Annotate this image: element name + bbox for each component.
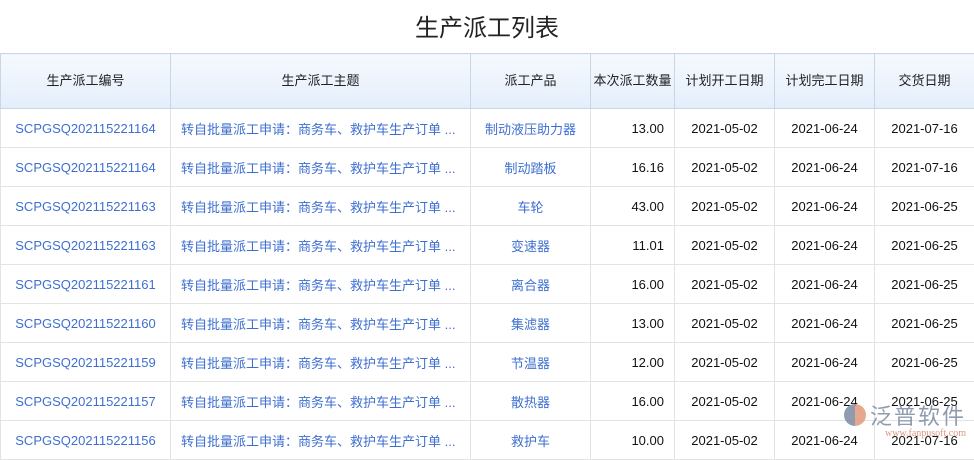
- plan-end-date: 2021-06-24: [775, 343, 875, 382]
- column-header[interactable]: 生产派工主题: [171, 54, 471, 109]
- table-row: SCPGSQ202115221161转自批量派工申请：商务车、救护车生产订单 .…: [1, 265, 974, 304]
- quantity: 43.00: [591, 187, 675, 226]
- delivery-date: 2021-06-25: [875, 226, 974, 265]
- delivery-date: 2021-06-25: [875, 304, 974, 343]
- dispatch-no-link[interactable]: SCPGSQ202115221156: [1, 421, 171, 460]
- table-row: SCPGSQ202115221159转自批量派工申请：商务车、救护车生产订单 .…: [1, 343, 974, 382]
- quantity: 11.01: [591, 226, 675, 265]
- plan-start-date: 2021-05-02: [675, 226, 775, 265]
- plan-start-date: 2021-05-02: [675, 421, 775, 460]
- column-header[interactable]: 生产派工编号: [1, 54, 171, 109]
- watermark-name: 泛普软件: [870, 399, 966, 431]
- delivery-date: 2021-06-25: [875, 343, 974, 382]
- plan-end-date: 2021-06-24: [775, 226, 875, 265]
- delivery-date: 2021-06-25: [875, 265, 974, 304]
- product-link[interactable]: 节温器: [471, 343, 591, 382]
- logo-icon: [844, 404, 866, 426]
- table-row: SCPGSQ202115221157转自批量派工申请：商务车、救护车生产订单 .…: [1, 382, 974, 421]
- delivery-date: 2021-06-25: [875, 187, 974, 226]
- plan-end-date: 2021-06-24: [775, 304, 875, 343]
- product-link[interactable]: 救护车: [471, 421, 591, 460]
- column-header[interactable]: 派工产品: [471, 54, 591, 109]
- dispatch-subject-link[interactable]: 转自批量派工申请：商务车、救护车生产订单 ...: [171, 148, 471, 187]
- dispatch-no-link[interactable]: SCPGSQ202115221163: [1, 226, 171, 265]
- product-link[interactable]: 变速器: [471, 226, 591, 265]
- dispatch-no-link[interactable]: SCPGSQ202115221157: [1, 382, 171, 421]
- page-title: 生产派工列表: [0, 8, 974, 43]
- table-row: SCPGSQ202115221156转自批量派工申请：商务车、救护车生产订单 .…: [1, 421, 974, 460]
- quantity: 10.00: [591, 421, 675, 460]
- dispatch-subject-link[interactable]: 转自批量派工申请：商务车、救护车生产订单 ...: [171, 421, 471, 460]
- quantity: 16.16: [591, 148, 675, 187]
- quantity: 13.00: [591, 304, 675, 343]
- table-row: SCPGSQ202115221164转自批量派工申请：商务车、救护车生产订单 .…: [1, 109, 974, 148]
- product-link[interactable]: 制动踏板: [471, 148, 591, 187]
- plan-start-date: 2021-05-02: [675, 382, 775, 421]
- table-row: SCPGSQ202115221163转自批量派工申请：商务车、救护车生产订单 .…: [1, 187, 974, 226]
- product-link[interactable]: 集滤器: [471, 304, 591, 343]
- dispatch-no-link[interactable]: SCPGSQ202115221160: [1, 304, 171, 343]
- plan-end-date: 2021-06-24: [775, 148, 875, 187]
- plan-start-date: 2021-05-02: [675, 343, 775, 382]
- dispatch-no-link[interactable]: SCPGSQ202115221159: [1, 343, 171, 382]
- product-link[interactable]: 离合器: [471, 265, 591, 304]
- dispatch-subject-link[interactable]: 转自批量派工申请：商务车、救护车生产订单 ...: [171, 382, 471, 421]
- quantity: 13.00: [591, 109, 675, 148]
- dispatch-no-link[interactable]: SCPGSQ202115221164: [1, 148, 171, 187]
- dispatch-subject-link[interactable]: 转自批量派工申请：商务车、救护车生产订单 ...: [171, 304, 471, 343]
- product-link[interactable]: 车轮: [471, 187, 591, 226]
- column-header[interactable]: 计划开工日期: [675, 54, 775, 109]
- table-row: SCPGSQ202115221160转自批量派工申请：商务车、救护车生产订单 .…: [1, 304, 974, 343]
- dispatch-subject-link[interactable]: 转自批量派工申请：商务车、救护车生产订单 ...: [171, 226, 471, 265]
- plan-start-date: 2021-05-02: [675, 148, 775, 187]
- watermark-logo: 泛普软件 www.fanpusoft.com: [844, 399, 966, 431]
- column-header[interactable]: 交货日期: [875, 54, 974, 109]
- dispatch-subject-link[interactable]: 转自批量派工申请：商务车、救护车生产订单 ...: [171, 109, 471, 148]
- plan-start-date: 2021-05-02: [675, 187, 775, 226]
- product-link[interactable]: 散热器: [471, 382, 591, 421]
- dispatch-subject-link[interactable]: 转自批量派工申请：商务车、救护车生产订单 ...: [171, 187, 471, 226]
- dispatch-table: 生产派工编号生产派工主题派工产品本次派工数量计划开工日期计划完工日期交货日期 S…: [0, 53, 974, 460]
- delivery-date: 2021-07-16: [875, 109, 974, 148]
- quantity: 16.00: [591, 382, 675, 421]
- table-row: SCPGSQ202115221164转自批量派工申请：商务车、救护车生产订单 .…: [1, 148, 974, 187]
- plan-start-date: 2021-05-02: [675, 109, 775, 148]
- dispatch-subject-link[interactable]: 转自批量派工申请：商务车、救护车生产订单 ...: [171, 343, 471, 382]
- column-header[interactable]: 计划完工日期: [775, 54, 875, 109]
- dispatch-no-link[interactable]: SCPGSQ202115221161: [1, 265, 171, 304]
- watermark-url: www.fanpusoft.com: [885, 428, 966, 439]
- product-link[interactable]: 制动液压助力器: [471, 109, 591, 148]
- quantity: 16.00: [591, 265, 675, 304]
- dispatch-no-link[interactable]: SCPGSQ202115221163: [1, 187, 171, 226]
- delivery-date: 2021-07-16: [875, 148, 974, 187]
- dispatch-no-link[interactable]: SCPGSQ202115221164: [1, 109, 171, 148]
- plan-end-date: 2021-06-24: [775, 265, 875, 304]
- table-row: SCPGSQ202115221163转自批量派工申请：商务车、救护车生产订单 .…: [1, 226, 974, 265]
- plan-end-date: 2021-06-24: [775, 187, 875, 226]
- plan-end-date: 2021-06-24: [775, 109, 875, 148]
- column-header[interactable]: 本次派工数量: [591, 54, 675, 109]
- quantity: 12.00: [591, 343, 675, 382]
- plan-start-date: 2021-05-02: [675, 304, 775, 343]
- dispatch-subject-link[interactable]: 转自批量派工申请：商务车、救护车生产订单 ...: [171, 265, 471, 304]
- plan-start-date: 2021-05-02: [675, 265, 775, 304]
